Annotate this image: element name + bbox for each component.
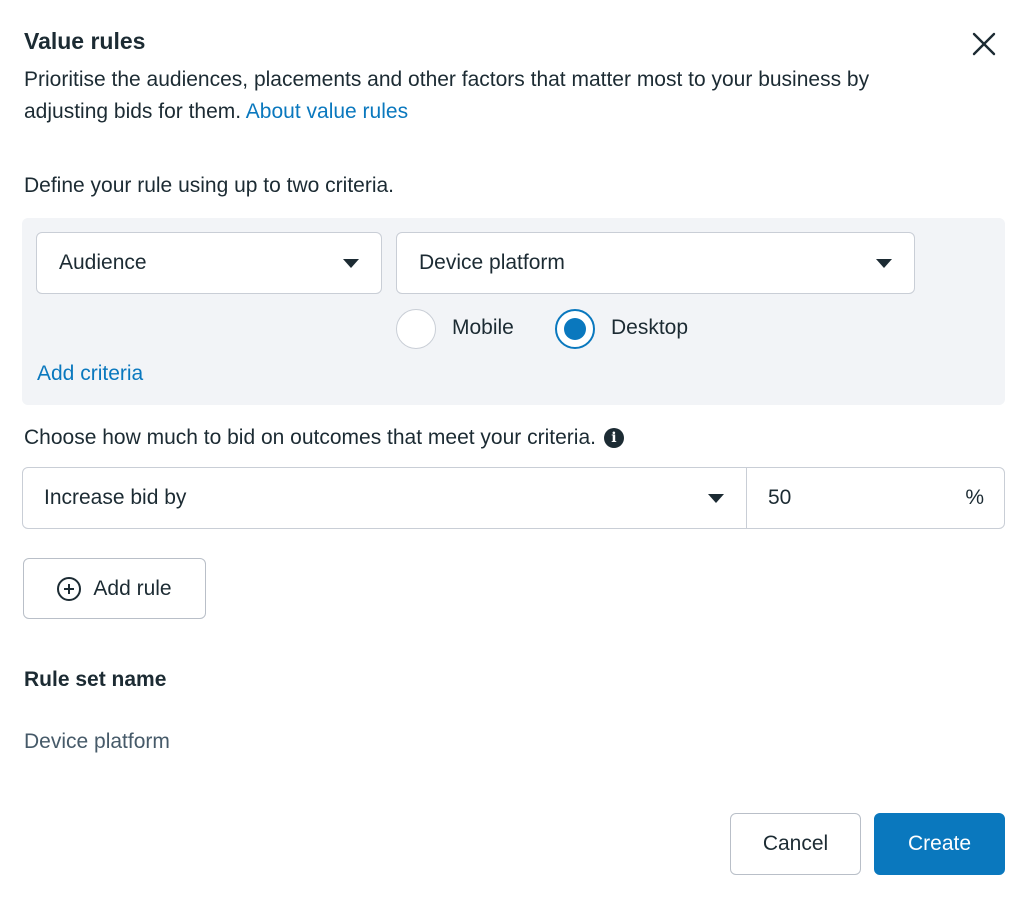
bid-adjustment-group: Increase bid by 50 % [22, 467, 1005, 529]
first-criteria-value: Audience [59, 251, 147, 274]
about-value-rules-link[interactable]: About value rules [246, 100, 408, 123]
create-button[interactable]: Create [874, 813, 1005, 875]
bid-label-text: Choose how much to bid on outcomes that … [24, 426, 596, 449]
radio-desktop[interactable] [555, 309, 595, 349]
criteria-label: Define your rule using up to two criteri… [24, 174, 395, 197]
description-text: Prioritise the audiences, placements and… [24, 68, 870, 123]
bid-adjustment-select[interactable]: Increase bid by [23, 468, 747, 528]
first-criteria-select[interactable]: Audience [36, 232, 382, 294]
bid-percent-value[interactable]: 50 [768, 486, 791, 510]
radio-mobile-label[interactable]: Mobile [452, 316, 514, 340]
bid-percent-input[interactable]: 50 % [747, 468, 1004, 528]
second-criteria-select[interactable]: Device platform [396, 232, 915, 294]
dialog-description: Prioritise the audiences, placements and… [24, 64, 944, 128]
caret-down-icon [343, 258, 359, 268]
radio-mobile[interactable] [396, 309, 436, 349]
caret-down-icon [708, 493, 724, 503]
info-icon[interactable]: i [603, 428, 624, 448]
dialog-title: Value rules [24, 28, 146, 54]
close-icon[interactable] [970, 30, 998, 58]
percent-unit: % [965, 486, 984, 509]
add-rule-label: Add rule [93, 576, 172, 600]
bid-label: Choose how much to bid on outcomes that … [24, 426, 624, 450]
second-criteria-value: Device platform [419, 251, 565, 274]
rule-set-name-label: Rule set name [24, 668, 167, 691]
caret-down-icon [876, 258, 892, 268]
rule-set-name-value[interactable]: Device platform [24, 730, 170, 754]
radio-desktop-label[interactable]: Desktop [611, 316, 688, 340]
add-criteria-link[interactable]: Add criteria [37, 362, 143, 386]
plus-circle-icon [57, 576, 82, 601]
add-rule-button[interactable]: Add rule [23, 558, 206, 619]
cancel-button[interactable]: Cancel [730, 813, 861, 875]
bid-adjustment-value: Increase bid by [44, 486, 187, 509]
